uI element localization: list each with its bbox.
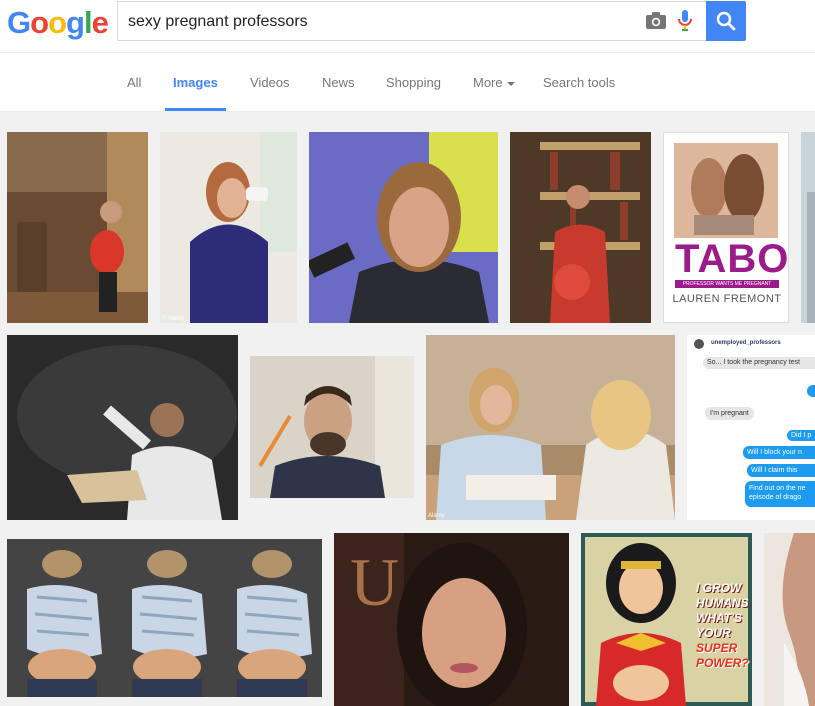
chat-bubble-sent: Did I p: [787, 430, 815, 441]
banner-letter: U: [350, 544, 400, 620]
chat-bubble-sent: Will I claim this: [747, 464, 815, 477]
mic-icon[interactable]: [678, 10, 692, 37]
tab-videos[interactable]: Videos: [250, 75, 290, 90]
image-result[interactable]: I GROW HUMANS WHAT'S YOUR SUPER POWER?: [581, 533, 752, 706]
tab-images[interactable]: Images: [173, 75, 218, 90]
avatar: [694, 339, 704, 349]
tab-more[interactable]: More: [473, 75, 515, 90]
chat-username: unemployed_professors: [711, 340, 781, 346]
comic-text-line: SUPER: [696, 641, 738, 655]
google-logo[interactable]: Google: [7, 4, 109, 42]
image-result[interactable]: [309, 132, 498, 323]
caret-down-icon: [506, 81, 515, 86]
top-bar: Google: [0, 0, 815, 52]
search-box: [117, 1, 706, 41]
image-result[interactable]: [510, 132, 651, 323]
camera-icon[interactable]: [646, 12, 666, 34]
search-icon: [716, 11, 736, 31]
comic-text-line: YOUR: [696, 626, 731, 640]
image-result[interactable]: [764, 533, 815, 706]
watermark-alamy: © Alamy: [162, 316, 185, 322]
chat-bubble-sent: Find out on the ne episode of drago: [745, 481, 815, 507]
image-result[interactable]: U: [334, 533, 569, 706]
image-result[interactable]: [250, 356, 414, 498]
comic-text-line: POWER?: [696, 656, 749, 670]
book-author: LAUREN FREMONT: [672, 293, 782, 305]
image-result[interactable]: TABOO PROFESSOR WANTS ME PREGNANT LAUREN…: [663, 132, 789, 323]
chat-bubble-sent-fragment: [807, 385, 815, 397]
book-title: TABOO: [675, 237, 789, 281]
tab-shopping[interactable]: Shopping: [386, 75, 441, 90]
comic-text-line: I GROW: [696, 581, 742, 595]
search-input[interactable]: [126, 10, 630, 34]
search-nav: All Images Videos News Shopping More Sea…: [0, 52, 815, 112]
image-result[interactable]: [7, 335, 238, 520]
image-result[interactable]: Alamy: [426, 335, 675, 520]
chat-bubble-received: So... I took the pregnancy test: [703, 357, 815, 369]
tab-news[interactable]: News: [322, 75, 355, 90]
image-result[interactable]: unemployed_professors So... I took the p…: [687, 335, 815, 520]
image-result[interactable]: © Alamy: [160, 132, 297, 323]
search-tools-button[interactable]: Search tools: [543, 75, 615, 90]
image-result[interactable]: [801, 132, 815, 323]
chat-bubble-received: I'm pregnant: [705, 407, 754, 420]
tab-more-label: More: [473, 75, 503, 90]
watermark-alamy: Alamy: [428, 513, 445, 519]
image-result[interactable]: [7, 132, 148, 323]
tab-all[interactable]: All: [127, 75, 141, 90]
active-tab-indicator: [165, 108, 226, 111]
comic-text-line: HUMANS: [696, 596, 749, 610]
search-button[interactable]: [706, 1, 746, 41]
book-subtitle: PROFESSOR WANTS ME PREGNANT: [675, 280, 779, 288]
comic-text-line: WHAT'S: [696, 611, 742, 625]
chat-bubble-sent: Will I block your n: [743, 446, 815, 459]
image-result[interactable]: [7, 539, 322, 697]
